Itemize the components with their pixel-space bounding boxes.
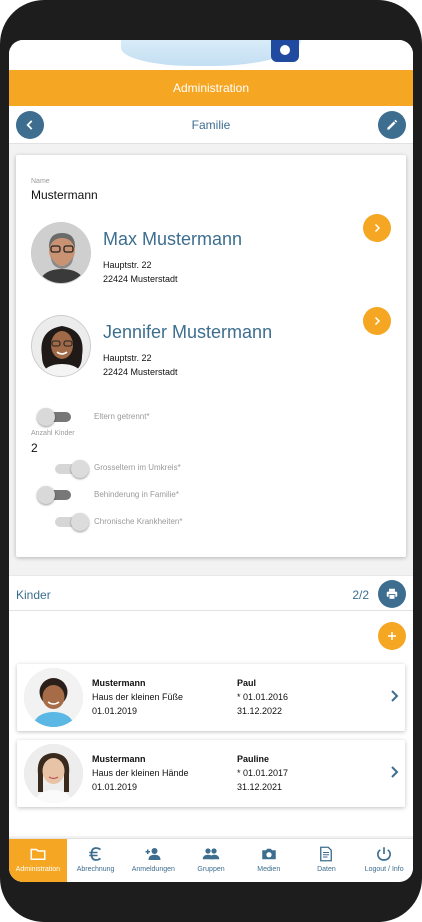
app-screen: Administration Familie Name Mustermann M… (9, 40, 413, 882)
grosseltern-toggle[interactable] (55, 460, 89, 478)
child-kita: Haus der kleinen Füße (92, 692, 184, 702)
tab-gruppen[interactable]: Gruppen (182, 839, 240, 882)
family-name-label: Name (31, 178, 50, 185)
tab-label: Gruppen (197, 866, 225, 873)
tab-administration[interactable]: Administration (9, 839, 67, 882)
tab-label: Medien (257, 866, 281, 873)
child-start-date: 01.01.2019 (92, 782, 138, 792)
folder-icon (29, 845, 47, 863)
open-parent-button[interactable] (363, 214, 391, 242)
parent-address: Hauptstr. 22 22424 Musterstadt (103, 258, 178, 286)
child-birthdate: * 01.01.2016 (237, 692, 289, 702)
family-card: Name Mustermann Max Mustermann Hauptstr.… (16, 155, 406, 557)
tab-medien[interactable]: Medien (240, 839, 298, 882)
open-parent-button[interactable] (363, 307, 391, 335)
chevron-right-icon (374, 316, 381, 326)
header-banner (9, 40, 413, 70)
child-end-date: 31.12.2022 (237, 706, 283, 716)
child-kita: Haus der kleinen Hände (92, 768, 189, 778)
parent-city: 22424 Musterstadt (103, 274, 178, 284)
parent-name: Jennifer Mustermann (103, 322, 273, 342)
behinderung-label: Behinderung in Familie* (94, 490, 179, 499)
pencil-icon (387, 119, 398, 130)
kinder-header: Kinder 2/2 (9, 575, 413, 611)
child-info: Paul * 01.01.2016 31.12.2022 (237, 676, 288, 718)
tab-anmeldungen[interactable]: Anmeldungen (124, 839, 182, 882)
child-end-date: 31.12.2021 (237, 782, 283, 792)
parent-item: Max Mustermann Hauptstr. 22 22424 Muster… (31, 214, 401, 286)
parent-city: 22424 Musterstadt (103, 367, 178, 377)
tab-label: Anmeldungen (131, 866, 175, 873)
chronisch-toggle[interactable] (55, 513, 89, 531)
child-birthdate: * 01.01.2017 (237, 768, 289, 778)
child-start-date: 01.01.2019 (92, 706, 138, 716)
tab-logout[interactable]: Logout / Info (355, 839, 413, 882)
child-card[interactable]: Mustermann Haus der kleinen Hände 01.01.… (17, 740, 405, 807)
eltern-getrennt-label: Eltern getrennt* (94, 412, 150, 421)
parent-item: Jennifer Mustermann Hauptstr. 22 22424 M… (31, 307, 401, 379)
print-button[interactable] (378, 580, 406, 608)
group-icon (202, 845, 220, 863)
family-name: Mustermann (31, 188, 98, 202)
tab-label: Abrechnung (76, 866, 115, 873)
person-add-icon (144, 845, 162, 863)
chevron-right-icon[interactable] (389, 688, 401, 704)
parent-street: Hauptstr. 22 (103, 260, 152, 270)
avatar (24, 668, 83, 727)
parent-street: Hauptstr. 22 (103, 353, 152, 363)
child-lastname: Mustermann (92, 754, 146, 764)
page-title: Familie (191, 118, 231, 132)
avatar (24, 744, 83, 803)
behinderung-toggle[interactable] (37, 486, 71, 504)
brand-logo (271, 40, 299, 62)
parent-address: Hauptstr. 22 22424 Musterstadt (103, 351, 178, 379)
child-info: Mustermann Haus der kleinen Füße 01.01.2… (92, 676, 183, 718)
phone-frame: Administration Familie Name Mustermann M… (0, 0, 422, 922)
add-child-button[interactable] (378, 622, 406, 650)
anzahl-kinder-value: 2 (31, 441, 38, 455)
chevron-right-icon (374, 223, 381, 233)
tab-label: Logout / Info (364, 866, 404, 873)
child-firstname: Pauline (237, 754, 270, 764)
edit-button[interactable] (378, 111, 406, 139)
avatar (31, 222, 91, 284)
child-info: Mustermann Haus der kleinen Hände 01.01.… (92, 752, 189, 794)
document-icon (317, 845, 335, 863)
printer-icon (386, 588, 398, 600)
tab-abrechnung[interactable]: Abrechnung (67, 839, 125, 882)
kinder-count: 2/2 (352, 588, 369, 602)
euro-icon (87, 845, 105, 863)
tab-label: Administration (15, 866, 61, 873)
chevron-right-icon[interactable] (389, 764, 401, 780)
tab-label: Daten (317, 866, 336, 873)
child-lastname: Mustermann (92, 678, 146, 688)
tab-daten[interactable]: Daten (298, 839, 356, 882)
page-header: Familie (9, 106, 413, 144)
camera-icon (260, 845, 278, 863)
grosseltern-label: Grosseltern im Umkreis* (94, 463, 181, 472)
eltern-getrennt-toggle[interactable] (37, 408, 71, 426)
power-icon (375, 845, 393, 863)
child-firstname: Paul (237, 678, 257, 688)
child-info: Pauline * 01.01.2017 31.12.2021 (237, 752, 288, 794)
app-title: Administration (172, 81, 250, 95)
kinder-title: Kinder (16, 588, 51, 602)
chronisch-label: Chronische Krankheiten* (94, 517, 183, 526)
bottom-tab-bar: Administration Abrechnung Anmeldungen Gr… (9, 838, 413, 882)
anzahl-kinder-label: Anzahl Kinder (31, 430, 75, 437)
avatar (31, 315, 91, 377)
parent-name: Max Mustermann (103, 229, 243, 249)
plus-icon (388, 632, 396, 640)
child-card[interactable]: Mustermann Haus der kleinen Füße 01.01.2… (17, 664, 405, 731)
app-title-bar: Administration (9, 70, 413, 106)
